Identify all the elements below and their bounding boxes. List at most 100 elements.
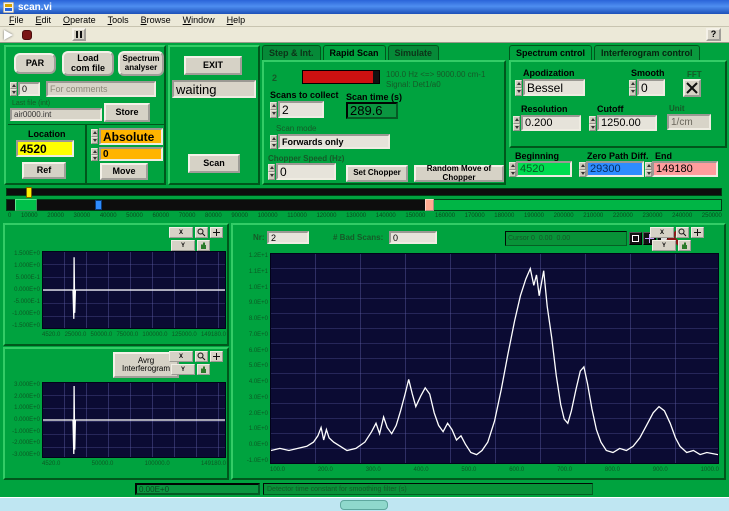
menu-help[interactable]: Help — [222, 15, 251, 25]
window-title: scan.vi — [18, 2, 52, 13]
end-slider-handle[interactable] — [425, 199, 434, 211]
y-scale-icon[interactable]: Y — [652, 240, 676, 251]
resolution-field[interactable]: 0.200 — [521, 115, 581, 131]
y-tick-label: 6.0E+0 — [249, 348, 268, 354]
exit-button[interactable]: EXIT — [184, 56, 242, 75]
cutoff-field[interactable]: 1250.00 — [597, 115, 657, 131]
menu-edit[interactable]: Edit — [31, 15, 57, 25]
x-scale-icon[interactable]: X — [650, 227, 674, 238]
x-tick-label: 149180.0 — [201, 461, 226, 467]
x-tick-label: 800.0 — [605, 467, 620, 473]
chopper-speed-field[interactable]: 0 — [276, 163, 336, 180]
range-slider-upper-fill — [433, 200, 721, 210]
zpd-stepper[interactable] — [579, 162, 586, 177]
tab-step-int[interactable]: Step & Int. — [262, 45, 321, 60]
y-tick-label: 9.0E+0 — [249, 300, 268, 306]
y-tick-label: -3.000E+0 — [12, 452, 40, 458]
smooth-stepper[interactable] — [629, 80, 636, 96]
beginning-slider-handle[interactable] — [15, 199, 37, 211]
load-com-file-button[interactable]: Loadcom file — [62, 51, 114, 76]
scans-to-collect-field[interactable]: 2 — [278, 101, 324, 118]
tab-spectrum-control[interactable]: Spectrum cntrol — [509, 45, 592, 60]
move-button[interactable]: Move — [100, 163, 148, 180]
scan-time-field: 289.6 — [346, 102, 398, 119]
horizontal-scrollbar[interactable] — [0, 497, 729, 511]
par-button[interactable]: PAR — [14, 53, 56, 74]
menu-window[interactable]: Window — [178, 15, 220, 25]
magnifier-icon[interactable] — [676, 227, 689, 238]
x-scale-icon[interactable]: X — [169, 227, 193, 238]
ref-button[interactable]: Ref — [22, 162, 66, 179]
abort-icon[interactable] — [22, 30, 32, 40]
smooth-field[interactable]: 0 — [637, 79, 665, 96]
magnifier-icon[interactable] — [195, 227, 208, 238]
x-tick-label: 400.0 — [414, 467, 429, 473]
slider-tick-label: 220000 — [613, 213, 633, 219]
pause-icon[interactable] — [72, 28, 86, 41]
x-tick-label: 25000.0 — [65, 332, 87, 338]
run-icon[interactable] — [4, 30, 13, 40]
spectrum-analyser-button[interactable]: Spectrumanalyser — [118, 51, 164, 76]
spectrum-graph[interactable] — [270, 253, 719, 464]
menu-operate[interactable]: Operate — [58, 15, 101, 25]
menu-file[interactable]: File — [4, 15, 29, 25]
tab-interferogram-control[interactable]: Interferogram control — [594, 45, 700, 60]
spectrum-control-body: Apodization Bessel Smooth 0 FFT Resoluti… — [509, 60, 727, 148]
scan-button[interactable]: Scan — [188, 154, 240, 173]
apodization-stepper[interactable] — [515, 80, 522, 96]
scans-to-collect-stepper[interactable] — [270, 102, 277, 118]
beginning-stepper[interactable] — [509, 162, 516, 177]
move-mode-dropdown[interactable]: Absolute — [99, 128, 163, 145]
move-mode-stepper[interactable] — [91, 129, 98, 144]
store-button[interactable]: Store — [104, 103, 150, 122]
y-scale-icon[interactable]: Y — [171, 364, 195, 375]
magnifier-icon[interactable] — [195, 351, 208, 362]
move-offset-field[interactable]: 0 — [99, 147, 163, 161]
plus-icon[interactable] — [691, 227, 704, 238]
spectrum-x-axis: 100.0200.0300.0400.0500.0600.0700.0800.0… — [270, 467, 719, 473]
time-constant-field[interactable]: 0.00E+0 — [135, 483, 260, 495]
cursor-legend: Cursor 0 0.00 0.00 — [505, 231, 627, 246]
apodization-dropdown[interactable]: Bessel — [523, 79, 585, 96]
cursor-style-icon[interactable] — [629, 232, 642, 245]
menu-browse[interactable]: Browse — [136, 15, 176, 25]
plus-icon[interactable] — [210, 227, 223, 238]
slider-tick-label: 130000 — [346, 213, 366, 219]
y-scale-icon[interactable]: Y — [171, 240, 195, 251]
cutoff-stepper[interactable] — [589, 116, 596, 131]
scan-mode-stepper[interactable] — [270, 135, 277, 149]
comments-input[interactable] — [46, 81, 156, 97]
random-move-chopper-button[interactable]: Random Move of Chopper — [414, 165, 504, 182]
scan-mode-dropdown[interactable]: Forwards only — [278, 134, 390, 149]
range-slider-track[interactable] — [6, 199, 722, 211]
tab-rapid-scan[interactable]: Rapid Scan — [323, 45, 386, 60]
zpd-field[interactable]: 29300 — [586, 161, 644, 177]
x-scale-icon[interactable]: X — [169, 351, 193, 362]
comment-stepper[interactable] — [10, 82, 17, 96]
interferogram-plot-panel: X Y 1.500E+01.000E+05.000E-10.000E+0-5.0… — [3, 223, 229, 346]
set-chopper-button[interactable]: Set Chopper — [346, 165, 408, 182]
resolution-stepper[interactable] — [513, 116, 520, 131]
tab-simulate[interactable]: Simulate — [388, 45, 440, 60]
comment-count-field[interactable]: 0 — [18, 82, 40, 96]
end-stepper[interactable] — [645, 162, 652, 177]
pan-hand-icon[interactable] — [197, 364, 210, 375]
pan-hand-icon[interactable] — [678, 240, 691, 251]
fft-checkbox[interactable] — [683, 79, 701, 97]
slider-tick-label: 230000 — [643, 213, 663, 219]
scrollbar-thumb[interactable] — [340, 500, 388, 510]
plus-icon[interactable] — [210, 351, 223, 362]
pan-hand-icon[interactable] — [197, 240, 210, 251]
move-offset-stepper[interactable] — [91, 148, 98, 161]
chopper-speed-stepper[interactable] — [268, 164, 275, 180]
location-field[interactable]: 4520 — [16, 140, 74, 157]
beginning-field[interactable]: 4520 — [516, 161, 572, 177]
end-field[interactable]: 149180 — [652, 161, 718, 177]
y-tick-label: 2.000E+0 — [14, 394, 40, 400]
zpd-slider-marker[interactable] — [95, 200, 102, 210]
x-tick-label: 300.0 — [366, 467, 381, 473]
position-indicator-handle — [26, 187, 32, 198]
help-button[interactable]: ? — [706, 28, 721, 41]
avg-palette-row1: X — [169, 351, 223, 362]
menu-tools[interactable]: Tools — [103, 15, 134, 25]
